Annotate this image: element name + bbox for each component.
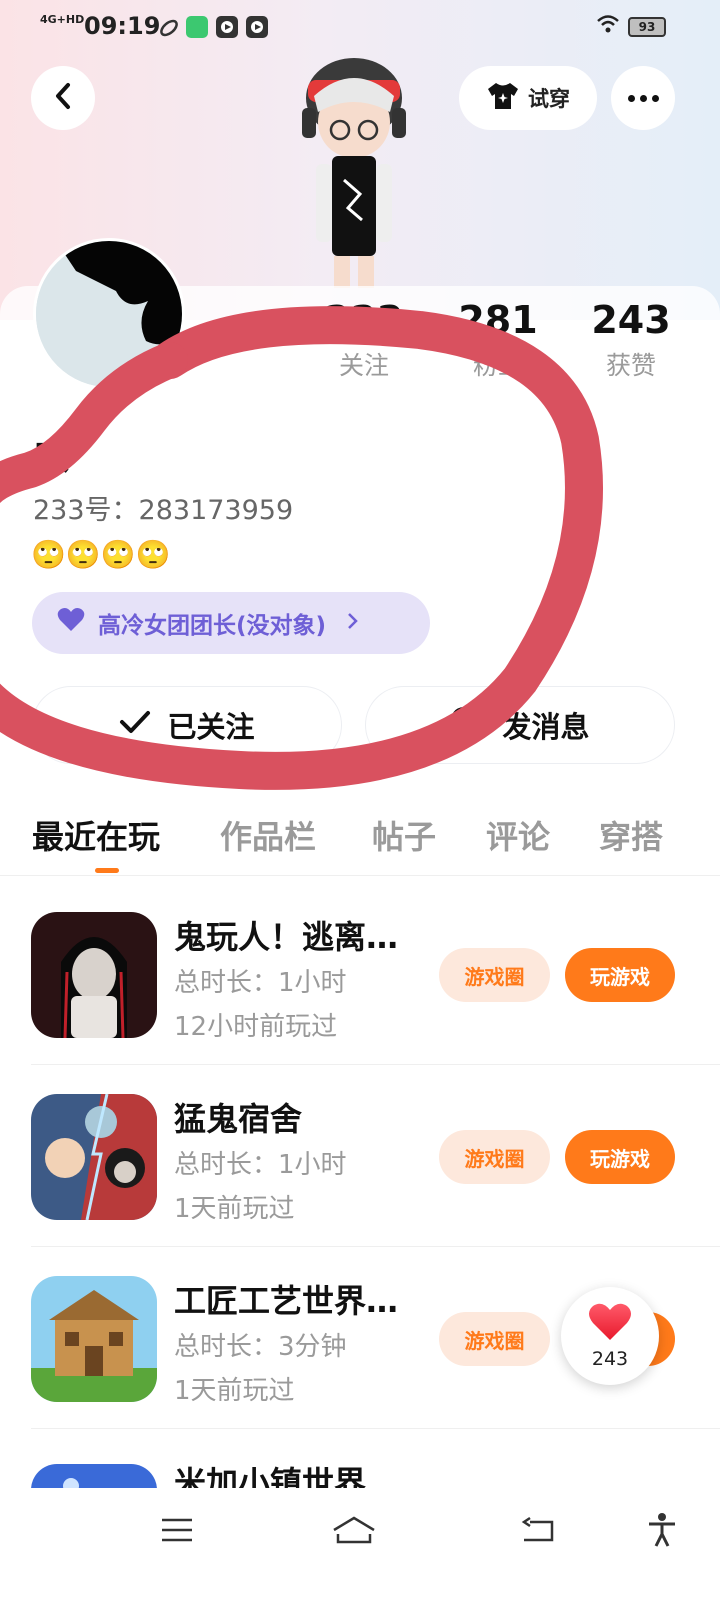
game-title: 鬼玩人！逃离… — [174, 918, 399, 956]
wifi-icon — [596, 14, 620, 39]
bio-emojis: 🙄🙄🙄🙄 — [31, 538, 171, 571]
game-title: 工匠工艺世界… — [174, 1282, 399, 1320]
game-duration: 总时长：1小时 — [174, 1150, 347, 1180]
more-dots-icon — [627, 94, 635, 102]
divider — [31, 1428, 720, 1429]
more-options-button[interactable] — [611, 66, 675, 130]
tab-bar: 最近在玩 作品栏 帖子 评论 穿搭 — [0, 790, 720, 876]
game-circle-button[interactable]: 游戏圈 — [439, 1312, 550, 1366]
avatar[interactable] — [33, 238, 185, 390]
game-last-played: 12小时前玩过 — [174, 1012, 338, 1042]
stat-followers[interactable]: 281 粉丝 — [443, 298, 553, 382]
play-game-button[interactable]: 玩游戏 — [565, 1130, 675, 1184]
back-button[interactable] — [31, 66, 95, 130]
game-thumbnail[interactable] — [31, 1094, 157, 1220]
group-tag-label: 高冷女团团长(没对象) — [98, 613, 327, 639]
stat-label: 粉丝 — [472, 351, 523, 380]
character-avatar[interactable] — [298, 56, 410, 288]
username: 庆 — [33, 437, 70, 478]
system-nav-bar — [0, 1488, 720, 1600]
like-count: 243 — [591, 1348, 629, 1370]
game-circle-button[interactable]: 游戏圈 — [439, 1130, 550, 1184]
stat-value: 222 — [324, 298, 404, 342]
game-last-played: 1天前玩过 — [174, 1376, 295, 1406]
game-list-item[interactable]: 米加小镇世界 — [0, 1458, 720, 1488]
active-tab-indicator — [95, 868, 119, 873]
clock: 09:19 — [84, 12, 161, 40]
followed-label: 已关注 — [167, 710, 255, 744]
like-button[interactable]: 243 — [561, 1287, 659, 1385]
tab-works[interactable]: 作品栏 — [220, 812, 316, 858]
battery-indicator: 93 — [628, 17, 666, 37]
stat-likes[interactable]: 243 获赞 — [576, 298, 686, 382]
tab-recently-played[interactable]: 最近在玩 — [32, 812, 160, 858]
accessibility-icon[interactable] — [632, 1508, 692, 1552]
game-last-played: 1天前玩过 — [174, 1194, 295, 1224]
shirt-icon — [486, 81, 520, 116]
followed-button[interactable]: 已关注 — [32, 686, 342, 764]
chevron-left-icon — [52, 82, 74, 114]
send-message-label: 发消息 — [502, 710, 590, 744]
chevron-right-icon — [346, 610, 358, 636]
user-id: 233号：283173959 — [33, 495, 294, 526]
game-duration: 总时长：3分钟 — [174, 1332, 347, 1362]
video-app-icon — [246, 16, 268, 38]
more-dot — [651, 94, 659, 102]
stat-value: 243 — [591, 298, 671, 342]
divider — [0, 875, 720, 876]
game-duration: 总时长：1小时 — [174, 968, 347, 998]
game-thumbnail[interactable] — [31, 912, 157, 1038]
video-app-icon — [216, 16, 238, 38]
stat-label: 获赞 — [605, 351, 656, 380]
game-circle-button[interactable]: 游戏圈 — [439, 948, 550, 1002]
back-nav-icon[interactable] — [508, 1508, 568, 1552]
tab-outfits[interactable]: 穿搭 — [599, 812, 663, 858]
send-message-button[interactable]: 发消息 — [365, 686, 675, 764]
game-thumbnail[interactable] — [31, 1464, 157, 1488]
app-notification-icon — [186, 16, 208, 38]
tab-posts[interactable]: 帖子 — [372, 812, 436, 858]
play-game-button[interactable]: 玩游戏 — [565, 948, 675, 1002]
chat-bubble-icon — [450, 705, 486, 746]
try-on-button[interactable]: 试穿 — [459, 66, 597, 130]
stat-following[interactable]: 222 关注 — [309, 298, 419, 382]
game-list-item[interactable]: 猛鬼宿舍 总时长：1小时 1天前玩过 游戏圈 玩游戏 — [0, 1094, 720, 1277]
menu-icon[interactable] — [147, 1508, 207, 1552]
game-title: 米加小镇世界 — [174, 1464, 367, 1488]
heart-icon — [56, 607, 86, 639]
home-icon[interactable] — [324, 1508, 384, 1552]
game-thumbnail[interactable] — [31, 1276, 157, 1402]
network-indicator: 4G+HD — [40, 13, 85, 26]
divider — [31, 1246, 720, 1247]
group-tag[interactable]: 高冷女团团长(没对象) — [32, 592, 430, 654]
divider — [31, 1064, 720, 1065]
heart-icon — [587, 1302, 633, 1346]
try-on-label: 试穿 — [528, 87, 570, 111]
stat-label: 关注 — [338, 351, 389, 380]
game-title: 猛鬼宿舍 — [174, 1100, 303, 1138]
status-bar: 4G+HD 09:19 93 — [0, 0, 720, 56]
game-list-item[interactable]: 鬼玩人！逃离… 总时长：1小时 12小时前玩过 游戏圈 玩游戏 — [0, 912, 720, 1095]
tab-comments[interactable]: 评论 — [486, 812, 550, 858]
stat-value: 281 — [458, 298, 538, 342]
more-dot — [639, 94, 647, 102]
checkmark-icon — [119, 708, 151, 742]
leaf-icon — [158, 17, 180, 39]
